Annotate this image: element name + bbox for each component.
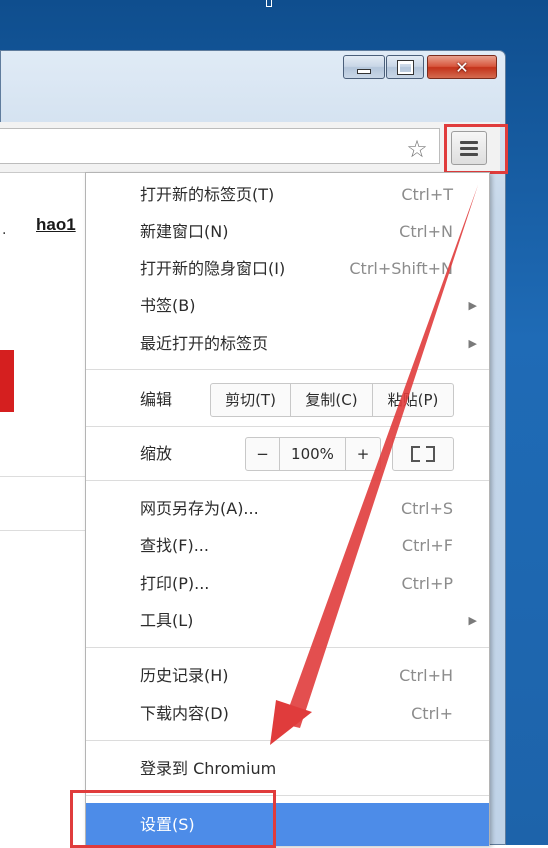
page-content-area <box>0 173 88 845</box>
page-link[interactable]: hao1 <box>36 215 76 235</box>
submenu-arrow-icon: ▶ <box>468 337 477 350</box>
page-divider <box>0 530 88 531</box>
menu-separator <box>86 740 489 741</box>
menu-separator <box>86 647 489 648</box>
settings-highlight-box <box>70 790 276 848</box>
menu-item-history[interactable]: 历史记录(H) Ctrl+H <box>86 658 489 694</box>
submenu-arrow-icon: ▶ <box>468 614 477 627</box>
menu-item-print[interactable]: 打印(P)... Ctrl+P <box>86 566 489 602</box>
copy-button[interactable]: 复制(C) <box>291 384 373 416</box>
address-bar[interactable] <box>0 128 440 164</box>
zoom-level: 100% <box>280 438 346 470</box>
menu-item-new-window[interactable]: 新建窗口(N) Ctrl+N <box>86 214 489 250</box>
menu-edit-row: 编辑 剪切(T) 复制(C) 粘贴(P) <box>86 381 489 419</box>
menu-item-recent-tabs[interactable]: 最近打开的标签页 ▶ <box>86 326 489 362</box>
chrome-main-menu: 打开新的标签页(T) Ctrl+T 新建窗口(N) Ctrl+N 打开新的隐身窗… <box>85 172 490 846</box>
maximize-button[interactable] <box>386 55 424 79</box>
menu-item-tools[interactable]: 工具(L) ▶ <box>86 603 489 639</box>
menu-item-new-tab[interactable]: 打开新的标签页(T) Ctrl+T <box>86 177 489 213</box>
close-button[interactable]: ✕ <box>427 55 497 79</box>
close-icon: ✕ <box>455 57 469 77</box>
menu-item-downloads[interactable]: 下载内容(D) Ctrl+ <box>86 696 489 732</box>
minimize-button[interactable] <box>343 55 385 79</box>
menu-item-sign-in[interactable]: 登录到 Chromium <box>86 751 489 787</box>
edit-button-group: 剪切(T) 复制(C) 粘贴(P) <box>210 383 454 417</box>
menu-separator <box>86 426 489 427</box>
fullscreen-button[interactable] <box>392 437 454 471</box>
menu-separator <box>86 369 489 370</box>
menu-button-highlight-box <box>444 124 508 174</box>
menu-item-new-incognito-window[interactable]: 打开新的隐身窗口(I) Ctrl+Shift+N <box>86 251 489 287</box>
maximize-icon <box>396 59 414 75</box>
paste-button[interactable]: 粘贴(P) <box>373 384 453 416</box>
menu-item-save-page-as[interactable]: 网页另存为(A)... Ctrl+S <box>86 491 489 527</box>
menu-zoom-row: 缩放 − 100% + <box>86 435 489 473</box>
menu-item-bookmarks[interactable]: 书签(B) ▶ <box>86 288 489 324</box>
menu-item-find[interactable]: 查找(F)... Ctrl+F <box>86 528 489 564</box>
page-divider <box>0 476 88 477</box>
page-red-glyph <box>0 350 14 412</box>
desktop-marker <box>266 0 272 7</box>
zoom-in-button[interactable]: + <box>346 438 380 470</box>
star-icon[interactable]: ☆ <box>404 136 430 162</box>
menu-separator <box>86 480 489 481</box>
zoom-controls: − 100% + <box>245 437 381 471</box>
zoom-out-button[interactable]: − <box>246 438 280 470</box>
submenu-arrow-icon: ▶ <box>468 299 477 312</box>
minimize-icon <box>357 68 371 74</box>
cut-button[interactable]: 剪切(T) <box>211 384 291 416</box>
